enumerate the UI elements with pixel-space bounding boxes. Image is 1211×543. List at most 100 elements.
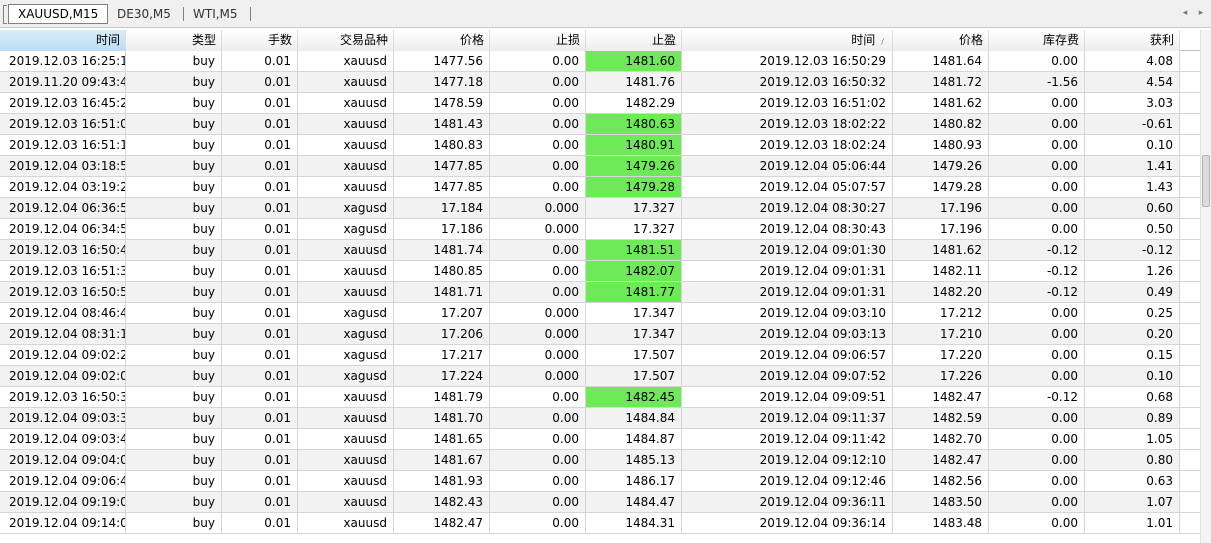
column-header-lots[interactable]: 手数 — [222, 30, 298, 51]
column-header-stop-loss[interactable]: 止损 — [490, 30, 586, 51]
cell-type: buy — [126, 471, 222, 491]
cell-take-profit: 17.327 — [586, 219, 682, 239]
cell-type: buy — [126, 72, 222, 92]
cell-swap: 0.00 — [989, 429, 1085, 449]
trade-history-table: 时间 类型 手数 交易品种 价格 止损 止盈 时间 / 价格 库存费 获利 201… — [0, 30, 1200, 543]
cell-type: buy — [126, 345, 222, 365]
cell-stop-loss: 0.00 — [490, 387, 586, 407]
table-row[interactable]: 2019.11.20 09:43:40 buy 0.01 xauusd 1477.18 0… — [0, 72, 1200, 93]
tab-de30-m5[interactable]: DE30,M5 — [108, 5, 180, 23]
cell-take-profit: 1485.13 — [586, 450, 682, 470]
cell-lots: 0.01 — [222, 324, 298, 344]
cell-close-time: 2019.12.04 09:12:10 — [682, 450, 893, 470]
cell-close-time: 2019.12.04 09:11:37 — [682, 408, 893, 428]
table-row[interactable]: 2019.12.04 08:46:42 buy 0.01 xagusd 17.207 0.… — [0, 303, 1200, 324]
cell-close-time: 2019.12.04 09:01:31 — [682, 261, 893, 281]
table-row[interactable]: 2019.12.04 09:14:08 buy 0.01 xauusd 1482.47 0… — [0, 513, 1200, 534]
cell-open-price: 1482.43 — [394, 492, 490, 512]
cell-lots: 0.01 — [222, 471, 298, 491]
cell-type: buy — [126, 93, 222, 113]
cell-open-time: 2019.11.20 09:43:40 — [0, 72, 126, 92]
cell-lots: 0.01 — [222, 135, 298, 155]
cell-symbol: xagusd — [298, 366, 394, 386]
cell-symbol: xauusd — [298, 240, 394, 260]
tab-wti-m5[interactable]: WTI,M5 — [184, 5, 247, 23]
table-row[interactable]: 2019.12.04 09:04:09 buy 0.01 xauusd 1481.67 0… — [0, 450, 1200, 471]
cell-symbol: xauusd — [298, 51, 394, 71]
cell-open-price: 1480.83 — [394, 135, 490, 155]
cell-symbol: xauusd — [298, 261, 394, 281]
cell-swap: -0.12 — [989, 282, 1085, 302]
cell-lots: 0.01 — [222, 156, 298, 176]
table-row[interactable]: 2019.12.04 03:18:50 buy 0.01 xauusd 1477.85 0… — [0, 156, 1200, 177]
cell-lots: 0.01 — [222, 387, 298, 407]
cell-close-time: 2019.12.04 05:07:57 — [682, 177, 893, 197]
chart-tab-bar: XAUUSD,M15 DE30,M5 WTI,M5 ◂ ▸ — [0, 0, 1211, 28]
table-row[interactable]: 2019.12.04 08:31:10 buy 0.01 xagusd 17.206 0.… — [0, 324, 1200, 345]
table-row[interactable]: 2019.12.03 16:50:39 buy 0.01 xauusd 1481.79 0… — [0, 387, 1200, 408]
column-header-close-time[interactable]: 时间 / — [682, 30, 893, 51]
cell-stop-loss: 0.00 — [490, 240, 586, 260]
cell-swap: 0.00 — [989, 219, 1085, 239]
cell-close-price: 17.210 — [893, 324, 989, 344]
table-row[interactable]: 2019.12.04 03:19:27 buy 0.01 xauusd 1477.85 0… — [0, 177, 1200, 198]
table-row[interactable]: 2019.12.04 06:36:59 buy 0.01 xagusd 17.184 0.… — [0, 198, 1200, 219]
cell-take-profit: 17.347 — [586, 303, 682, 323]
scrollbar-thumb[interactable] — [1202, 155, 1210, 207]
column-header-symbol[interactable]: 交易品种 — [298, 30, 394, 51]
cell-close-time: 2019.12.04 05:06:44 — [682, 156, 893, 176]
tab-xauusd-m15[interactable]: XAUUSD,M15 — [8, 4, 109, 24]
table-row[interactable]: 2019.12.03 16:51:09 buy 0.01 xauusd 1481.43 0… — [0, 114, 1200, 135]
table-row[interactable]: 2019.12.03 16:51:33 buy 0.01 xauusd 1480.85 0… — [0, 261, 1200, 282]
cell-swap: -1.56 — [989, 72, 1085, 92]
cell-close-price: 17.212 — [893, 303, 989, 323]
table-row[interactable]: 2019.12.04 09:19:07 buy 0.01 xauusd 1482.43 0… — [0, 492, 1200, 513]
table-row[interactable]: 2019.12.04 09:02:28 buy 0.01 xagusd 17.217 0.… — [0, 345, 1200, 366]
chevron-right-icon[interactable]: ▸ — [1196, 7, 1206, 19]
cell-close-price: 1482.70 — [893, 429, 989, 449]
cell-lots: 0.01 — [222, 303, 298, 323]
table-row[interactable]: 2019.12.04 06:34:52 buy 0.01 xagusd 17.186 0.… — [0, 219, 1200, 240]
column-header-open-price[interactable]: 价格 — [394, 30, 490, 51]
cell-close-price: 1479.28 — [893, 177, 989, 197]
cell-type: buy — [126, 408, 222, 428]
cell-close-price: 1479.26 — [893, 156, 989, 176]
table-row[interactable]: 2019.12.04 09:02:00 buy 0.01 xagusd 17.224 0.… — [0, 366, 1200, 387]
table-row[interactable]: 2019.12.03 16:45:29 buy 0.01 xauusd 1478.59 0… — [0, 93, 1200, 114]
cell-type: buy — [126, 492, 222, 512]
table-row[interactable]: 2019.12.04 09:06:46 buy 0.01 xauusd 1481.93 0… — [0, 471, 1200, 492]
cell-open-time: 2019.12.03 16:51:19 — [0, 135, 126, 155]
cell-close-time: 2019.12.04 09:01:30 — [682, 240, 893, 260]
cell-close-price: 17.196 — [893, 198, 989, 218]
cell-take-profit: 1482.45 — [586, 387, 682, 407]
column-header-profit[interactable]: 获利 — [1085, 30, 1180, 51]
chevron-left-icon[interactable]: ◂ — [1180, 7, 1190, 19]
cell-open-time: 2019.12.04 09:02:00 — [0, 366, 126, 386]
cell-close-time: 2019.12.04 09:36:14 — [682, 513, 893, 533]
cell-swap: 0.00 — [989, 450, 1085, 470]
table-row[interactable]: 2019.12.03 16:51:19 buy 0.01 xauusd 1480.83 0… — [0, 135, 1200, 156]
cell-open-price: 17.224 — [394, 366, 490, 386]
column-header-type[interactable]: 类型 — [126, 30, 222, 51]
table-row[interactable]: 2019.12.03 16:25:19 buy 0.01 xauusd 1477.56 0… — [0, 51, 1200, 72]
cell-swap: 0.00 — [989, 366, 1085, 386]
cell-type: buy — [126, 261, 222, 281]
cell-swap: 0.00 — [989, 324, 1085, 344]
column-header-take-profit[interactable]: 止盈 — [586, 30, 682, 51]
table-row[interactable]: 2019.12.03 16:50:52 buy 0.01 xauusd 1481.71 0… — [0, 282, 1200, 303]
table-row[interactable]: 2019.12.04 09:03:38 buy 0.01 xauusd 1481.70 0… — [0, 408, 1200, 429]
column-header-open-time[interactable]: 时间 — [0, 30, 126, 51]
column-header-swap[interactable]: 库存费 — [989, 30, 1085, 51]
cell-symbol: xauusd — [298, 492, 394, 512]
cell-stop-loss: 0.00 — [490, 282, 586, 302]
cell-open-price: 1477.85 — [394, 156, 490, 176]
table-row[interactable]: 2019.12.04 09:03:42 buy 0.01 xauusd 1481.65 0… — [0, 429, 1200, 450]
cell-take-profit: 1484.31 — [586, 513, 682, 533]
vertical-scrollbar[interactable] — [1200, 30, 1211, 543]
table-row[interactable]: 2019.12.03 16:50:46 buy 0.01 xauusd 1481.74 0… — [0, 240, 1200, 261]
cell-swap: 0.00 — [989, 198, 1085, 218]
cell-stop-loss: 0.00 — [490, 72, 586, 92]
column-header-close-price[interactable]: 价格 — [893, 30, 989, 51]
cell-symbol: xauusd — [298, 471, 394, 491]
cell-open-price: 1481.65 — [394, 429, 490, 449]
